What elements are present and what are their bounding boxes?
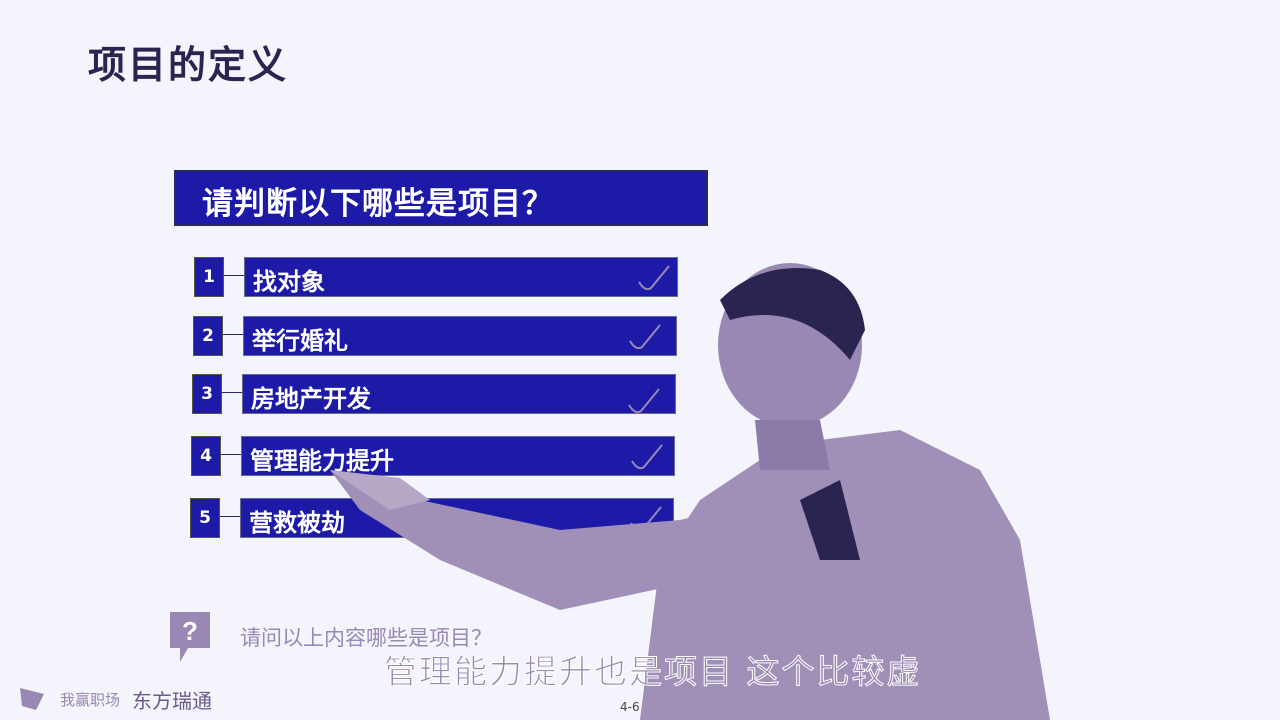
- brand-logo-2: 东方瑞通: [132, 688, 213, 713]
- video-subtitle: 管理能力提升也是项目 这个比较虚: [384, 652, 922, 692]
- checkmark-icon: [628, 388, 660, 414]
- page-number: 4-6: [620, 700, 640, 714]
- question-banner: 请判断以下哪些是项目？: [174, 170, 708, 226]
- brand-logo-1: 我赢职场: [60, 690, 121, 709]
- item-number: 4: [191, 436, 221, 476]
- item-number: 1: [194, 257, 224, 297]
- checkmark-icon: [629, 324, 661, 350]
- connector-line: [222, 392, 242, 393]
- list-item: 2 举行婚礼: [193, 316, 677, 356]
- list-item: 3 房地产开发: [192, 374, 676, 414]
- brand-logo-icon: [20, 688, 44, 710]
- item-bar: 营救被劫: [240, 498, 674, 538]
- logos: 我赢职场 东方瑞通: [16, 684, 212, 714]
- checkmark-icon: [631, 444, 663, 470]
- connector-line: [223, 334, 243, 335]
- item-bar: 管理能力提升: [241, 436, 675, 476]
- item-label: 管理能力提升: [250, 447, 394, 475]
- connector-line: [221, 454, 241, 455]
- list-item: 5 营救被劫: [190, 498, 674, 538]
- item-label: 房地产开发: [251, 385, 371, 413]
- checkmark-icon: [638, 265, 670, 291]
- slide-title: 项目的定义: [88, 43, 289, 87]
- svg-text:?: ?: [182, 616, 198, 646]
- connector-line: [224, 275, 244, 276]
- item-number: 5: [190, 498, 220, 538]
- item-label: 举行婚礼: [252, 327, 348, 355]
- item-bar: 举行婚礼: [243, 316, 677, 356]
- checkmark-icon: [630, 506, 662, 532]
- connector-line: [220, 516, 240, 517]
- question-text: 请判断以下哪些是项目？: [202, 186, 554, 222]
- item-bar: 找对象: [244, 257, 678, 297]
- item-label: 找对象: [253, 268, 325, 296]
- item-number: 2: [193, 316, 223, 356]
- list-item: 1 找对象: [194, 257, 678, 297]
- item-bar: 房地产开发: [242, 374, 676, 414]
- item-label: 营救被劫: [249, 509, 345, 537]
- question-bubble-icon: ?: [170, 612, 210, 662]
- list-item: 4 管理能力提升: [191, 436, 675, 476]
- item-number: 3: [192, 374, 222, 414]
